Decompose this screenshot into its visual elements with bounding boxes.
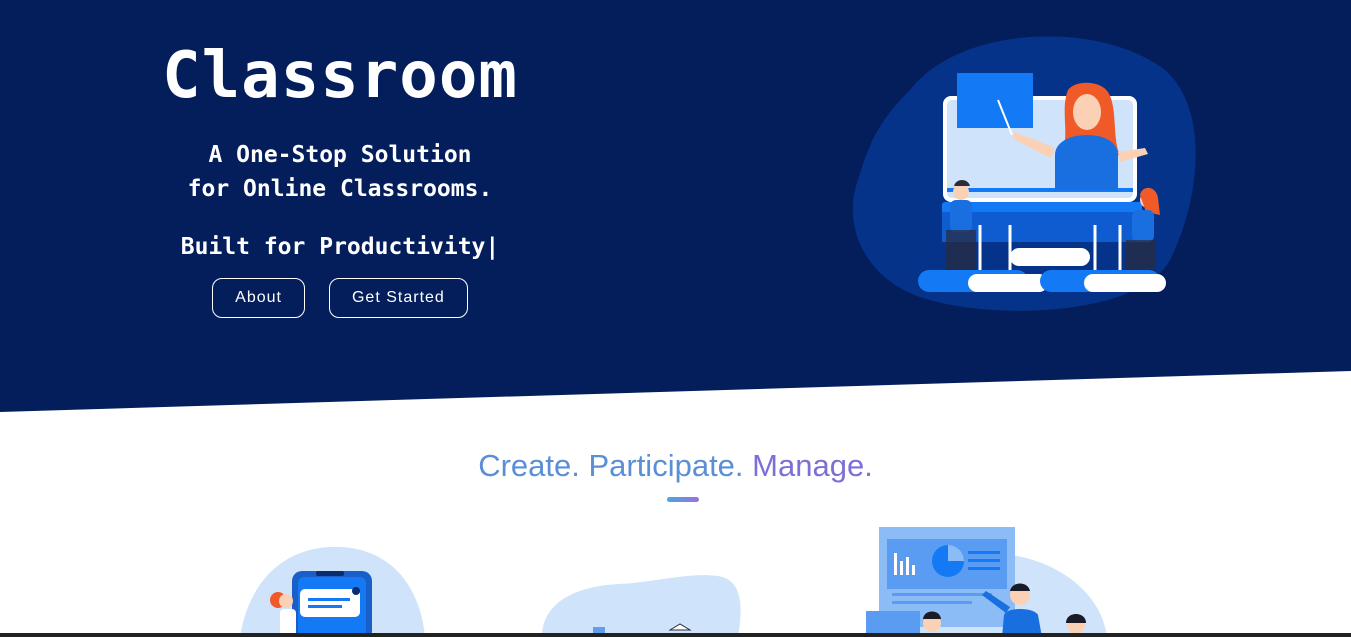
get-started-button[interactable]: Get Started [328, 278, 468, 318]
mobile-chat-illustration [240, 546, 425, 637]
hero-buttons: About Get Started [140, 278, 540, 318]
hero-tagline-line1: A One-Stop Solution [208, 142, 472, 168]
reading-books-illustration [542, 575, 741, 637]
teacher-online-class-illustration [852, 36, 1196, 311]
presentation-team-illustration [866, 527, 1107, 637]
features-heading: Create. Participate. Manage. [0, 448, 1351, 484]
features-heading-part1: Create. Participate. [478, 448, 744, 483]
typed-text: Built for Productivity| [180, 234, 500, 260]
hero-text-block: Classroom A One-Stop Solution for Online… [140, 30, 540, 318]
hero-tagline: A One-Stop Solution for Online Classroom… [140, 138, 540, 206]
landing-page: Classroom A One-Stop Solution for Online… [0, 0, 1351, 637]
about-button[interactable]: About [212, 278, 305, 318]
bottom-divider [0, 633, 1351, 637]
features-heading-part2: Manage. [752, 448, 873, 483]
heading-underline [667, 497, 699, 502]
brand-title: Classroom [162, 39, 518, 113]
hero-tagline-line2: for Online Classrooms. [187, 176, 493, 202]
